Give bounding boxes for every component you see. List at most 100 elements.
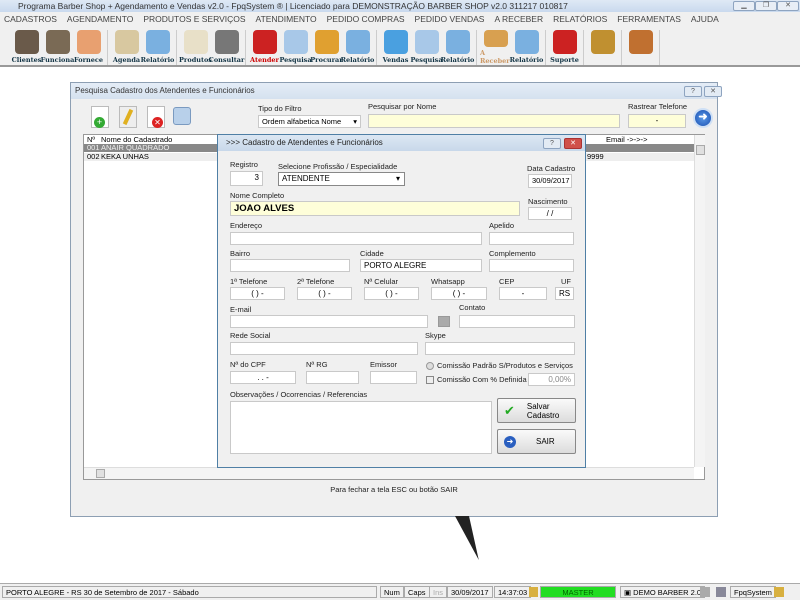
toolbar-button-vendas[interactable]: Vendas xyxy=(380,30,411,65)
status-time: 14:37:03 xyxy=(494,586,532,598)
atender-icon xyxy=(252,30,277,54)
toolbar-button-atender[interactable]: Atender xyxy=(249,30,280,65)
menu-item[interactable]: PEDIDO VENDAS xyxy=(415,14,485,27)
toolbar-button-funciona[interactable]: Funciona xyxy=(41,30,74,65)
apelido-field[interactable] xyxy=(489,232,574,245)
sair-button[interactable]: ➜ SAIR xyxy=(497,429,576,454)
search-name-input[interactable] xyxy=(368,114,620,128)
comissao-percent-field[interactable]: 0,00% xyxy=(528,373,575,386)
print-icon[interactable] xyxy=(173,107,191,125)
delete-record-icon[interactable]: ✕ xyxy=(147,106,165,128)
send-email-icon[interactable] xyxy=(438,316,450,327)
tel1-field[interactable]: ( ) - xyxy=(230,287,285,300)
filter-label: Tipo do Filtro xyxy=(258,104,302,113)
apelido-label: Apelido xyxy=(489,221,515,230)
menu-item[interactable]: ATENDIMENTO xyxy=(256,14,317,27)
cep-field[interactable]: - xyxy=(499,287,547,300)
dialog-close-button[interactable]: ✕ xyxy=(564,138,582,149)
toolbar-group: Vendas Pesquisa Relatório xyxy=(377,30,477,65)
observacoes-label: Observações / Ocorrencias / Referencias xyxy=(230,390,368,399)
rede-social-field[interactable] xyxy=(230,342,418,355)
vertical-scrollbar[interactable] xyxy=(694,135,705,467)
menu-item[interactable]: FERRAMENTAS xyxy=(617,14,681,27)
tel2-label: 2ª Telefone xyxy=(297,277,335,286)
toolbar-button-agenda[interactable]: Agenda xyxy=(111,30,142,65)
toolbar-group: Agenda Relatório xyxy=(108,30,177,65)
whatsapp-field[interactable]: ( ) - xyxy=(431,287,487,300)
filter-select[interactable]: Ordem alfabetica Nome ▾ xyxy=(258,115,361,128)
close-button[interactable]: ✕ xyxy=(777,1,799,11)
new-record-icon[interactable]: + xyxy=(91,106,109,128)
nome-field[interactable]: JOAO ALVES xyxy=(230,201,520,216)
cidade-label: Cidade xyxy=(360,249,384,258)
close-window-button[interactable]: ✕ xyxy=(704,86,722,97)
observacoes-field[interactable] xyxy=(230,401,492,454)
agenda-icon xyxy=(114,30,139,54)
menu-item[interactable]: AJUDA xyxy=(691,14,719,27)
toolbar-button-extra[interactable] xyxy=(587,30,618,65)
profissao-select[interactable]: ATENDENTE ▾ xyxy=(278,172,405,186)
celular-field[interactable]: ( ) - xyxy=(364,287,419,300)
cidade-field[interactable]: PORTO ALEGRE xyxy=(360,259,482,272)
help-button[interactable]: ? xyxy=(684,86,702,97)
toolbar-button-relatório[interactable]: Relatório xyxy=(441,30,474,65)
search-go-button[interactable]: ➜ xyxy=(693,108,713,128)
menu-item[interactable]: CADASTROS xyxy=(4,14,57,27)
toolbar-button-a-receber[interactable]: A Receber xyxy=(480,30,511,65)
toolbar-label: Agenda xyxy=(112,56,141,64)
menu-item[interactable]: PEDIDO COMPRAS xyxy=(327,14,405,27)
network-icon xyxy=(716,587,726,597)
emissor-field[interactable] xyxy=(370,371,417,384)
tel2-field[interactable]: ( ) - xyxy=(297,287,352,300)
maximize-button[interactable]: ❐ xyxy=(755,1,777,11)
comissao-definida-checkbox[interactable] xyxy=(426,376,434,384)
toolbar-button-clientes[interactable]: Clientes xyxy=(11,30,42,65)
toolbar-label: Consultar xyxy=(208,56,245,64)
menu-item[interactable]: A RECEBER xyxy=(494,14,543,27)
minimize-button[interactable]: ▁ xyxy=(733,1,755,11)
toolbar-button-pesquisa[interactable]: Pesquisa xyxy=(410,30,443,65)
rede-social-label: Rede Social xyxy=(230,331,271,340)
complemento-field[interactable] xyxy=(489,259,574,272)
app-title-bar: Programa Barber Shop + Agendamento e Ven… xyxy=(0,0,800,12)
toolbar-button-fornece[interactable]: Fornece xyxy=(73,30,104,65)
uf-field[interactable]: RS xyxy=(555,287,574,300)
status-location: PORTO ALEGRE - RS 30 de Setembro de 2017… xyxy=(2,586,377,598)
horizontal-scrollbar[interactable] xyxy=(84,467,694,479)
row-name: KEKA UNHAS xyxy=(101,152,149,161)
column-header-email[interactable]: Email ->->-> xyxy=(606,136,647,144)
toolbar-button-produtos[interactable]: Produtos xyxy=(179,30,212,65)
toolbar-button-procurar[interactable]: Procurar xyxy=(310,30,343,65)
menu-bar: CADASTROS AGENDAMENTO PRODUTOS E SERVIÇOS A… xyxy=(0,12,800,27)
status-bar: PORTO ALEGRE - RS 30 de Setembro de 2017… xyxy=(0,583,800,600)
toolbar-label: Pesquisa xyxy=(279,56,312,64)
endereco-field[interactable] xyxy=(230,232,482,245)
track-phone-input[interactable]: - xyxy=(628,114,686,128)
contato-field[interactable] xyxy=(459,315,575,328)
endereco-label: Endereço xyxy=(230,221,263,230)
toolbar-button-extra[interactable] xyxy=(625,30,656,65)
registro-field[interactable]: 3 xyxy=(230,171,263,186)
nascimento-field[interactable]: / / xyxy=(528,207,572,220)
salvar-button[interactable]: ✔ Salvar Cadastro xyxy=(497,398,576,423)
rg-field[interactable] xyxy=(306,371,359,384)
menu-item[interactable]: RELATÓRIOS xyxy=(553,14,607,27)
skype-field[interactable] xyxy=(425,342,575,355)
toolbar-button-relatório[interactable]: Relatório xyxy=(141,30,174,65)
dialog-help-button[interactable]: ? xyxy=(543,138,561,149)
email-field[interactable] xyxy=(230,315,428,328)
bairro-field[interactable] xyxy=(230,259,350,272)
toolbar-button-consultar[interactable]: Consultar xyxy=(208,30,245,65)
data-cadastro-field[interactable]: 30/09/2017 xyxy=(528,174,572,188)
toolbar-group: Suporte xyxy=(546,30,584,65)
edit-record-icon[interactable] xyxy=(119,106,137,128)
toolbar-button-relatório[interactable]: Relatório xyxy=(341,30,374,65)
toolbar-group: Clientes Funciona Fornece xyxy=(8,30,108,65)
menu-item[interactable]: PRODUTOS E SERVIÇOS xyxy=(143,14,245,27)
menu-item[interactable]: AGENDAMENTO xyxy=(67,14,133,27)
toolbar-button-suporte[interactable]: Suporte xyxy=(549,30,580,65)
toolbar-button-relatório[interactable]: Relatório xyxy=(510,30,543,65)
toolbar-button-pesquisa[interactable]: Pesquisa xyxy=(279,30,312,65)
cpf-field[interactable]: . . - xyxy=(230,371,296,384)
comissao-padrao-radio[interactable] xyxy=(426,362,434,370)
